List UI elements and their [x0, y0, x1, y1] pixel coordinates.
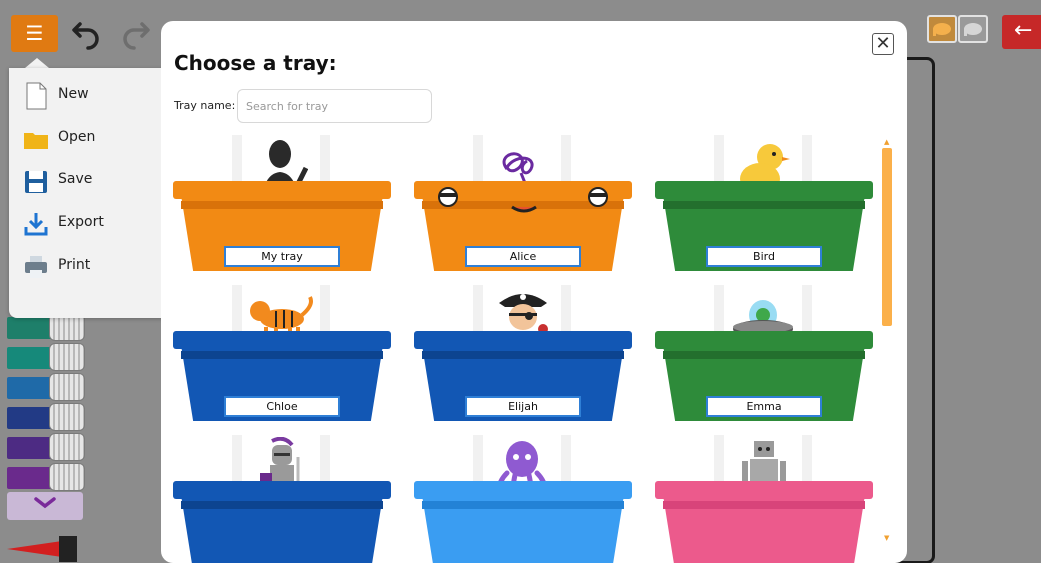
undo-icon	[72, 22, 99, 50]
download-icon	[24, 213, 48, 236]
close-icon: ✕	[875, 33, 891, 54]
tray-name: Bird	[706, 246, 822, 267]
menu-item-open[interactable]: Open	[9, 119, 169, 159]
menu-item-save[interactable]: Save	[9, 161, 169, 201]
file-menu: New Open Save Export Print	[9, 68, 169, 318]
smile-icon	[511, 205, 537, 213]
pen-purple[interactable]	[7, 432, 85, 462]
tray-name: Alice	[465, 246, 581, 267]
dialog-title: Choose a tray:	[174, 51, 337, 75]
floppy-icon	[25, 171, 47, 193]
eye-icon	[438, 187, 458, 207]
pen-navy[interactable]	[7, 402, 85, 432]
new-file-icon	[26, 82, 47, 110]
tray-item[interactable]	[414, 435, 632, 563]
tray-item[interactable]	[173, 435, 391, 563]
redo-icon	[123, 22, 150, 50]
menu-button[interactable]: ☰	[11, 15, 58, 52]
pen-violet[interactable]	[7, 462, 85, 492]
eye-icon	[588, 187, 608, 207]
red-marker-tool[interactable]	[7, 533, 83, 563]
tray-item[interactable]: Bird	[655, 135, 873, 271]
scroll-up-icon[interactable]: ▲	[884, 138, 889, 146]
hamburger-icon: ☰	[25, 21, 44, 45]
elephant-mode-button[interactable]	[927, 15, 957, 43]
tray-item[interactable]: Chloe	[173, 285, 391, 421]
scrollbar-thumb[interactable]	[882, 148, 892, 326]
tray-name-label: Tray name:	[174, 99, 236, 112]
arrow-left-icon: ←	[1014, 18, 1033, 43]
menu-item-print[interactable]: Print	[9, 247, 169, 287]
elephant-icon	[933, 23, 951, 36]
menu-item-label: Save	[58, 171, 93, 187]
search-input[interactable]	[237, 89, 432, 123]
tray-name: Chloe	[224, 396, 340, 417]
elephant-mode-alt-button[interactable]	[958, 15, 988, 43]
choose-tray-dialog: Choose a tray: ✕ Tray name: My tray Alic…	[161, 21, 907, 563]
redo-button[interactable]	[118, 16, 152, 50]
tray-item[interactable]: My tray	[173, 135, 391, 271]
menu-item-label: New	[58, 86, 89, 102]
tray-item[interactable]: Elijah	[414, 285, 632, 421]
menu-item-label: Open	[58, 129, 96, 145]
close-button[interactable]: ✕	[872, 33, 894, 55]
tray-item[interactable]: Alice	[414, 135, 632, 271]
printer-icon	[25, 256, 47, 278]
tray-item[interactable]	[655, 435, 873, 563]
menu-item-label: Export	[58, 214, 104, 230]
menu-item-label: Print	[58, 257, 91, 273]
back-button[interactable]: ←	[1002, 15, 1041, 49]
tray-name: My tray	[224, 246, 340, 267]
undo-button[interactable]	[70, 16, 104, 50]
folder-icon	[24, 133, 48, 149]
toolbar-background	[0, 0, 1041, 10]
menu-pointer	[25, 58, 49, 68]
elephant-icon	[964, 23, 982, 36]
scroll-down-icon[interactable]: ▼	[884, 534, 889, 542]
pen-blue[interactable]	[7, 372, 85, 402]
tray-item[interactable]: Emma	[655, 285, 873, 421]
tray-name: Elijah	[465, 396, 581, 417]
menu-item-new[interactable]: New	[9, 76, 169, 116]
tray-name: Emma	[706, 396, 822, 417]
chevron-down-icon	[34, 497, 56, 509]
pen-palette	[7, 312, 85, 497]
pen-green[interactable]	[7, 342, 85, 372]
menu-item-export[interactable]: Export	[9, 204, 169, 244]
more-pens-button[interactable]	[7, 492, 83, 520]
